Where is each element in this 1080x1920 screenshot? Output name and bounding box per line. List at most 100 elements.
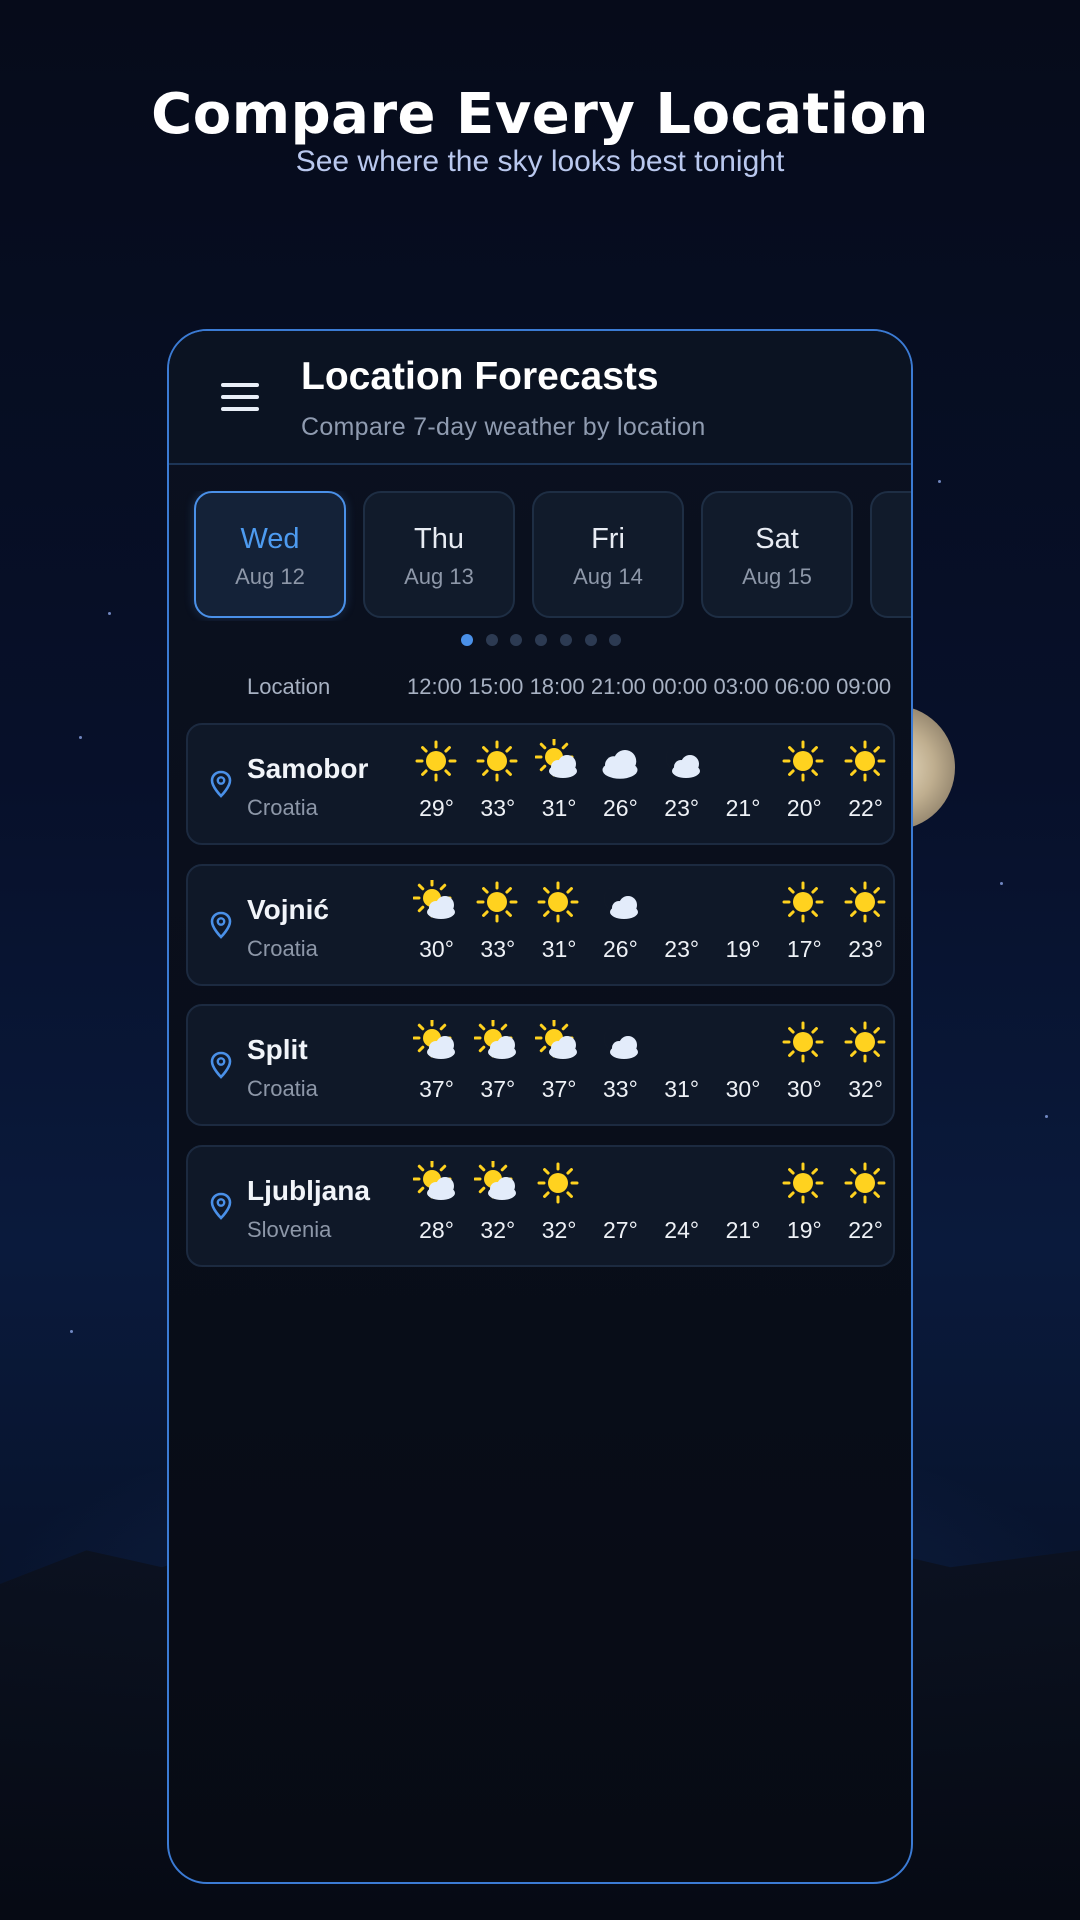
forecast-cell: 29° (406, 739, 467, 822)
day-date: Aug 15 (742, 564, 812, 589)
day-tab-sat[interactable]: Sat Aug 15 (701, 491, 853, 618)
day-name: Sat (755, 523, 799, 555)
day-tab-thu[interactable]: Thu Aug 13 (363, 491, 515, 618)
day-selector: Wed Aug 12 Thu Aug 13 Fri Aug 14 Sat Aug 15 (169, 491, 911, 621)
location-city: Samobor (247, 753, 369, 784)
map-pin-icon (210, 911, 232, 939)
cloud-icon (590, 739, 651, 783)
forecast-cell: 20° (774, 739, 835, 822)
promo-title: Compare Every Location (151, 82, 929, 147)
time-column-header: 03:00 (713, 674, 769, 699)
sun-icon (835, 739, 896, 783)
table-header: Location 12:00 15:00 18:00 21:00 00:00 03:00 0… (169, 674, 911, 704)
page-dot[interactable] (535, 634, 548, 646)
map-pin-icon (210, 1052, 232, 1080)
time-column-header: 15:00 (468, 674, 524, 699)
temperature: 21° (725, 795, 761, 821)
sun-icon (529, 1161, 590, 1205)
star (1000, 882, 1003, 885)
temperature: 32° (541, 1217, 577, 1244)
location-row-vojnić[interactable]: Vojnić Croatia 30° 33° 31° 26° 23° 19° 17° 23° (186, 863, 896, 986)
forecast-cell: 19° (713, 880, 774, 963)
temperature: 26° (603, 795, 638, 821)
location-row-split[interactable]: Split Croatia 37° 37° 37° 33° 31° 30° 30° 32° (186, 1004, 896, 1127)
time-column-header: 21:00 (590, 674, 646, 699)
temperature: 29° (419, 795, 454, 821)
moon-icon (713, 1161, 774, 1205)
temperature: 22° (848, 1217, 883, 1244)
day-name: Fri (591, 523, 625, 555)
page-dot[interactable] (461, 634, 473, 646)
sun-icon (406, 739, 467, 783)
page-dot[interactable] (609, 634, 622, 646)
page-dot[interactable] (584, 634, 597, 646)
forecast-cell: 32° (529, 1161, 590, 1244)
time-column-header: 00:00 (652, 674, 708, 699)
star (1045, 1115, 1048, 1118)
sun-cloud-icon (467, 1161, 528, 1205)
page-dot[interactable] (510, 634, 523, 646)
sun-cloud-icon (529, 1020, 590, 1064)
time-column-header: 06:00 (774, 674, 830, 699)
day-name: Thu (414, 523, 464, 555)
sun-icon (835, 880, 896, 924)
day-date: Aug 13 (404, 564, 474, 589)
temperature: 19° (786, 1217, 822, 1244)
temperature: 31° (541, 935, 577, 962)
forecast-cell: 17° (774, 880, 835, 963)
moon-icon (713, 1020, 774, 1064)
page-dot[interactable] (559, 634, 572, 646)
time-column-header: 12:00 (406, 674, 463, 699)
temperature: 22° (848, 795, 883, 821)
sun-icon (467, 880, 528, 924)
temperature: 37° (419, 1076, 454, 1103)
day-tab-wed[interactable]: Wed Aug 12 (194, 491, 346, 618)
day-tab-fri[interactable]: Fri Aug 14 (532, 491, 684, 618)
sun-icon (774, 1161, 835, 1205)
temperature: 30° (786, 1076, 822, 1103)
forecast-cell: 22° (835, 739, 896, 822)
moon-icon (713, 739, 774, 783)
forecast-cell: 32° (835, 1020, 896, 1103)
sun-cloud-icon (406, 1161, 467, 1205)
forecast-cell: 33° (467, 880, 528, 963)
sun-cloud-icon (406, 879, 467, 924)
day-date: Aug 14 (573, 564, 643, 589)
location-country: Slovenia (247, 1217, 332, 1243)
time-column-header: 09:00 (836, 674, 892, 699)
forecast-cell: 30° (406, 879, 467, 963)
moon-icon (651, 880, 712, 924)
promo-subtitle: See where the sky looks best tonight (295, 145, 785, 178)
star (108, 612, 111, 615)
temperature: 28° (419, 1217, 454, 1244)
moon-icon (713, 880, 774, 924)
location-row-samobor[interactable]: Samobor Croatia 29° 33° 31° 26° 23° 21° 20° 22° (186, 723, 895, 845)
day-date: Aug 12 (235, 564, 305, 589)
temperature: 32° (848, 1076, 883, 1103)
page-dot[interactable] (485, 634, 498, 646)
day-name: Wed (240, 523, 300, 555)
temperature: 31° (664, 1076, 700, 1103)
forecast-cell: 33° (590, 1020, 651, 1103)
location-city: Ljubljana (247, 1175, 370, 1207)
map-pin-icon (210, 1192, 232, 1220)
hamburger-menu-icon[interactable] (221, 383, 261, 413)
moon-icon (590, 1161, 651, 1205)
day-tab-next-peek[interactable] (870, 491, 911, 618)
temperature: 33° (480, 795, 516, 821)
sun-icon (529, 880, 590, 924)
temperature: 33° (603, 1076, 638, 1103)
location-row-ljubljana[interactable]: Ljubljana Slovenia 28° 32° 32° 27° 24° 21° 19° 22… (186, 1145, 895, 1268)
forecast-cell: 21° (713, 739, 774, 822)
star (938, 480, 941, 483)
sun-cloud-icon (529, 739, 590, 783)
sun-cloud-icon (467, 1020, 528, 1064)
moon-icon (651, 1020, 712, 1064)
temperature: 33° (480, 935, 516, 962)
star (79, 736, 82, 739)
temperature: 30° (725, 1076, 761, 1103)
location-city: Vojnić (247, 893, 329, 925)
forecast-cell: 31° (529, 739, 590, 822)
temperature: 24° (664, 1217, 700, 1244)
sun-icon (835, 1020, 896, 1064)
